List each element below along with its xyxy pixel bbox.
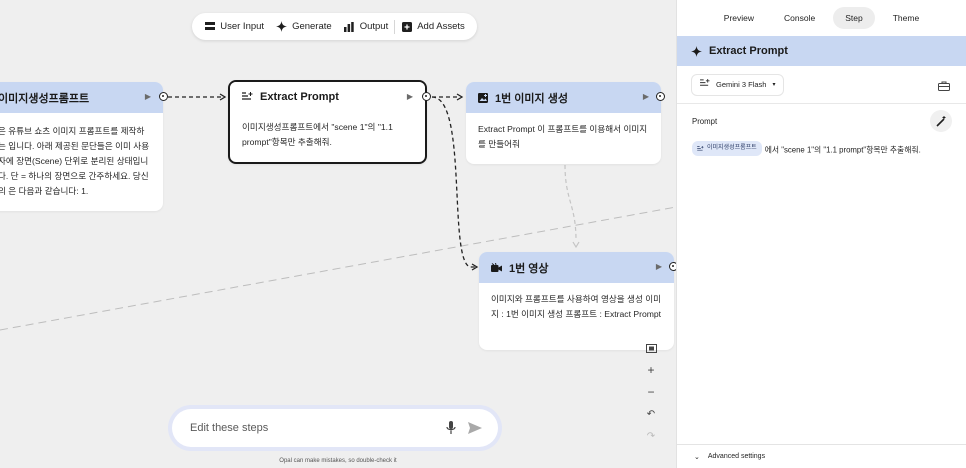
play-icon[interactable]: ▶	[407, 92, 413, 101]
reference-chip-label: 이미지생성프롬프트	[707, 145, 757, 151]
output-button[interactable]: Output	[338, 13, 395, 40]
user-input-label: User Input	[220, 21, 265, 32]
node-body: Extract Prompt 이 프롬프트를 이용해서 이미지를 만들어줘	[478, 124, 648, 149]
step-title: Extract Prompt	[709, 45, 788, 57]
play-icon[interactable]: ▶	[643, 92, 649, 101]
edge-image-to-video	[564, 164, 577, 241]
edit-steps-input[interactable]	[190, 422, 436, 434]
tab-console[interactable]: Console	[772, 7, 827, 29]
node-header: Extract Prompt ▶	[230, 82, 425, 111]
chevron-down-icon: ⌄	[694, 453, 700, 461]
node-body: 이미지와 프롬프트를 사용하여 영상을 생성 이미지 : 1번 이미지 생성 프…	[491, 294, 662, 319]
text-sparkle-icon	[242, 91, 253, 102]
prompt-text: 에서 "scene 1"의 "1.1 prompt"항목만 추출해줘.	[764, 145, 921, 155]
advanced-settings-label: Advanced settings	[707, 453, 766, 460]
microphone-icon[interactable]	[442, 419, 460, 437]
workflow-canvas[interactable]: User Input Generate Output Add Assets 이미…	[0, 0, 676, 468]
node-header: 이미지생성프롬프트 ▶	[0, 82, 163, 113]
node-title: Extract Prompt	[260, 90, 339, 103]
caret-down-icon: ▾	[772, 82, 776, 88]
play-icon[interactable]: ▶	[656, 262, 662, 271]
edges-layer	[0, 93, 676, 331]
output-port[interactable]	[422, 92, 431, 101]
step-panel: Preview Console Step Theme Extract Promp…	[676, 0, 966, 468]
edge-arrow-head	[219, 93, 227, 101]
edit-steps-bar	[168, 405, 502, 451]
video-icon	[491, 262, 502, 273]
briefcase-icon[interactable]	[938, 78, 950, 96]
fit-view-icon[interactable]	[642, 340, 660, 356]
redo-icon[interactable]: ↷	[642, 428, 660, 444]
generate-button[interactable]: Generate	[270, 13, 338, 40]
add-assets-button[interactable]: Add Assets	[395, 13, 471, 40]
output-label: Output	[359, 21, 389, 32]
node-header: 1번 영상 ▶	[479, 252, 674, 283]
tab-theme[interactable]: Theme	[881, 7, 931, 29]
node-header: 1번 이미지 생성 ▶	[466, 82, 661, 113]
edit-steps-field	[172, 409, 498, 447]
add-assets-label: Add Assets	[417, 21, 465, 32]
advanced-settings-toggle[interactable]: ⌄ Advanced settings	[677, 444, 966, 468]
edge-arrow-head	[471, 263, 479, 271]
output-port[interactable]	[656, 92, 665, 101]
undo-icon[interactable]: ↶	[642, 406, 660, 422]
sparkle-icon	[691, 45, 702, 57]
model-row: Gemini 3 Flash ▾	[677, 66, 966, 104]
send-icon[interactable]	[466, 419, 484, 437]
sparkle-icon	[276, 21, 288, 32]
node-image-generation[interactable]: 1번 이미지 생성 ▶ Extract Prompt 이 프롬프트를 이용해서 …	[466, 82, 661, 164]
zoom-controls: + − ↶ ↷	[640, 340, 662, 444]
prompt-editor[interactable]: 이미지생성프롬프트 에서 "scene 1"의 "1.1 prompt"항목만 …	[692, 141, 957, 157]
node-prompt-source[interactable]: 이미지생성프롬프트 ▶ 은 유튜브 쇼츠 이미지 프롬프트를 제작하는 입니다.…	[0, 82, 163, 211]
magic-wand-icon[interactable]	[930, 110, 952, 132]
prompt-label: Prompt	[692, 117, 718, 126]
node-title: 이미지생성프롬프트	[0, 92, 90, 105]
node-video[interactable]: 1번 영상 ▶ 이미지와 프롬프트를 사용하여 영상을 생성 이미지 : 1번 …	[479, 252, 674, 350]
tab-step[interactable]: Step	[833, 7, 875, 29]
output-port[interactable]	[159, 92, 168, 101]
user-input-icon	[204, 21, 215, 32]
user-input-button[interactable]: User Input	[198, 13, 270, 40]
play-icon[interactable]: ▶	[145, 92, 151, 101]
node-body: 은 유튜브 쇼츠 이미지 프롬프트를 제작하는 입니다. 아래 제공된 문단들은…	[0, 126, 150, 196]
node-title: 1번 이미지 생성	[495, 92, 568, 105]
step-title-bar: Extract Prompt	[677, 36, 966, 66]
reference-chip[interactable]: 이미지생성프롬프트	[692, 141, 762, 156]
disclaimer-text: Opal can make mistakes, so double-check …	[279, 458, 397, 464]
edge-arrow-head	[572, 241, 580, 249]
node-title: 1번 영상	[509, 262, 549, 275]
text-sparkle-icon	[697, 145, 704, 151]
output-port[interactable]	[669, 262, 676, 271]
zoom-in-icon[interactable]: +	[642, 362, 660, 378]
image-add-icon	[478, 92, 488, 103]
edge-arrow-head	[456, 93, 464, 101]
zoom-out-icon[interactable]: −	[642, 384, 660, 400]
model-selector[interactable]: Gemini 3 Flash ▾	[691, 73, 785, 96]
model-name: Gemini 3 Flash	[716, 80, 767, 89]
node-extract-prompt[interactable]: Extract Prompt ▶ 이미지생성프롬프트에서 "scene 1"의 …	[228, 80, 427, 164]
node-body: 이미지생성프롬프트에서 "scene 1"의 "1.1 prompt"항목만 추…	[242, 122, 393, 147]
tab-preview[interactable]: Preview	[712, 7, 766, 29]
add-step-toolbar: User Input Generate Output Add Assets	[192, 13, 477, 40]
add-box-icon	[401, 21, 412, 32]
generate-label: Generate	[292, 21, 332, 32]
bar-chart-icon	[344, 21, 355, 32]
panel-tabs: Preview Console Step Theme	[677, 0, 966, 36]
text-sparkle-icon	[700, 79, 710, 90]
